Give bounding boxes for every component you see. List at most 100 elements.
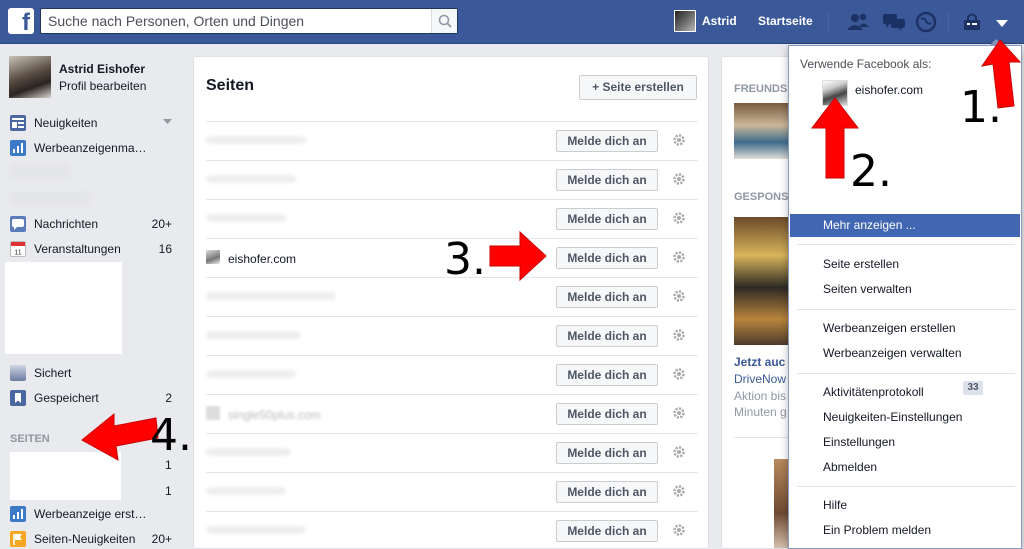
pages-section-title: SEITEN bbox=[10, 433, 50, 445]
pages-feed-count: 20+ bbox=[151, 532, 172, 546]
ads-icon bbox=[10, 506, 26, 522]
login-as-page-button[interactable]: Melde dich an bbox=[556, 325, 658, 347]
gear-icon[interactable] bbox=[671, 171, 687, 187]
menu-item-news-feed-settings[interactable]: Neuigkeiten-Einstellungen bbox=[823, 410, 962, 424]
ad-title[interactable]: Jetzt auc bbox=[734, 355, 785, 369]
user-name-link[interactable]: Astrid bbox=[702, 14, 737, 28]
page-row: Melde dich an bbox=[206, 433, 698, 472]
page-row: Melde dich an bbox=[206, 511, 698, 549]
edit-profile-link[interactable]: Profil bearbeiten bbox=[59, 79, 146, 93]
user-avatar[interactable] bbox=[674, 10, 696, 32]
page-row: single50plus.com Melde dich an bbox=[206, 394, 698, 433]
privacy-shortcuts-icon[interactable] bbox=[960, 11, 984, 33]
gear-icon[interactable] bbox=[671, 288, 687, 304]
page-name[interactable]: eishofer.com bbox=[228, 252, 296, 266]
app-icon bbox=[10, 365, 26, 381]
gear-icon[interactable] bbox=[671, 210, 687, 226]
sidebar-item-news-feed[interactable]: Neuigkeiten bbox=[10, 113, 180, 133]
gear-icon[interactable] bbox=[671, 132, 687, 148]
notifications-globe-icon[interactable] bbox=[914, 11, 938, 33]
redacted-block bbox=[5, 262, 122, 354]
login-as-page-button[interactable]: Melde dich an bbox=[556, 364, 658, 386]
redacted-page-name bbox=[206, 175, 296, 183]
page-row: Melde dich an bbox=[206, 316, 698, 355]
sidebar-item-pages-feed[interactable]: Seiten-Neuigkeiten 20+ bbox=[10, 529, 180, 549]
sidebar-item-sichert[interactable]: Sichert bbox=[10, 363, 180, 383]
pages-panel: Seiten + Seite erstellen Melde dich an M… bbox=[193, 56, 709, 549]
gear-icon[interactable] bbox=[671, 522, 687, 538]
search-button[interactable] bbox=[431, 9, 457, 33]
menu-item-manage-ads[interactable]: Werbeanzeigen verwalten bbox=[823, 346, 962, 360]
calendar-icon: 11 bbox=[10, 241, 26, 257]
login-as-page-button[interactable]: Melde dich an bbox=[556, 208, 658, 230]
page-row: Melde dich an bbox=[206, 355, 698, 394]
menu-item-help[interactable]: Hilfe bbox=[823, 498, 847, 512]
sidebar-item-ads-manager[interactable]: Werbeanzeigenma… bbox=[10, 138, 180, 158]
show-more-item[interactable]: Mehr anzeigen ... bbox=[790, 214, 1020, 237]
redacted-item bbox=[10, 192, 90, 206]
sidebar-item-saved[interactable]: Gespeichert 2 bbox=[10, 388, 180, 408]
login-as-page-button[interactable]: Melde dich an bbox=[556, 520, 658, 542]
redacted-page-name bbox=[206, 448, 291, 456]
messages-icon[interactable] bbox=[882, 11, 906, 33]
gear-icon[interactable] bbox=[671, 444, 687, 460]
search-input[interactable] bbox=[41, 9, 431, 33]
redacted-item bbox=[10, 164, 70, 178]
sidebar-item-label: Seiten-Neuigkeiten bbox=[34, 532, 136, 546]
menu-item-report-problem[interactable]: Ein Problem melden bbox=[823, 523, 931, 537]
menu-item-settings[interactable]: Einstellungen bbox=[823, 435, 895, 449]
page-row: Melde dich an bbox=[206, 121, 698, 160]
login-as-page-button[interactable]: Melde dich an bbox=[556, 403, 658, 425]
redacted-page-name bbox=[206, 214, 286, 222]
menu-item-activity-log[interactable]: Aktivitätenprotokoll bbox=[823, 385, 924, 399]
sidebar-item-create-ad[interactable]: Werbeanzeige erst… bbox=[10, 504, 180, 524]
login-as-page-button[interactable]: Melde dich an bbox=[556, 286, 658, 308]
login-as-page-button[interactable]: Melde dich an bbox=[556, 169, 658, 191]
profile-avatar[interactable] bbox=[9, 56, 51, 98]
friend-requests-icon[interactable] bbox=[846, 11, 870, 33]
annotation-arrow-3 bbox=[489, 230, 547, 282]
top-navigation-bar: f Astrid Startseite bbox=[0, 0, 1024, 44]
login-as-page-button[interactable]: Melde dich an bbox=[556, 481, 658, 503]
separator bbox=[797, 373, 1015, 374]
create-page-button[interactable]: + Seite erstellen bbox=[579, 75, 697, 100]
sidebar-item-events[interactable]: 11 Veranstaltungen 16 bbox=[10, 239, 180, 259]
ad-image[interactable] bbox=[734, 217, 796, 345]
separator bbox=[797, 309, 1015, 310]
gear-icon[interactable] bbox=[671, 483, 687, 499]
sponsored-section-title: GESPONS bbox=[734, 191, 789, 203]
redacted-page-name bbox=[206, 487, 286, 495]
page-title: Seiten bbox=[206, 77, 255, 94]
sidebar-item-label: Nachrichten bbox=[34, 217, 99, 231]
gear-icon[interactable] bbox=[671, 366, 687, 382]
facebook-logo[interactable]: f bbox=[8, 8, 34, 34]
menu-item-manage-pages[interactable]: Seiten verwalten bbox=[823, 282, 912, 296]
gear-icon[interactable] bbox=[671, 249, 687, 265]
login-as-page-button[interactable]: Melde dich an bbox=[556, 442, 658, 464]
gear-icon[interactable] bbox=[671, 327, 687, 343]
friends-photo[interactable] bbox=[734, 103, 794, 159]
pages-feed-flag-icon bbox=[10, 531, 26, 547]
redacted-page-name bbox=[206, 526, 306, 534]
profile-name-link[interactable]: Astrid Eishofer bbox=[59, 62, 145, 76]
login-as-page-button[interactable]: Melde dich an bbox=[556, 247, 658, 269]
ad-brand[interactable]: DriveNow bbox=[734, 372, 786, 386]
login-as-page-button[interactable]: Melde dich an bbox=[556, 130, 658, 152]
sidebar-item-label: Werbeanzeigenma… bbox=[34, 141, 147, 155]
gear-icon[interactable] bbox=[671, 405, 687, 421]
sidebar-item-messages[interactable]: Nachrichten 20+ bbox=[10, 214, 180, 234]
bookmark-icon bbox=[10, 390, 26, 406]
menu-item-create-ads[interactable]: Werbeanzeigen erstellen bbox=[823, 321, 956, 335]
friends-section-title: FREUNDS bbox=[734, 83, 788, 95]
home-link[interactable]: Startseite bbox=[758, 14, 813, 28]
account-menu-chevron-down-icon[interactable] bbox=[990, 11, 1014, 33]
menu-item-log-out[interactable]: Abmelden bbox=[823, 460, 877, 474]
annotation-number-3: 3. bbox=[444, 234, 486, 285]
page-name[interactable]: single50plus.com bbox=[228, 408, 321, 422]
divider bbox=[948, 12, 949, 32]
chevron-down-icon[interactable] bbox=[163, 119, 172, 125]
menu-item-create-page[interactable]: Seite erstellen bbox=[823, 257, 899, 271]
separator bbox=[797, 244, 1015, 245]
switch-to-page-item[interactable]: eishofer.com bbox=[855, 83, 923, 97]
sidebar-item-label: Gespeichert bbox=[34, 391, 99, 405]
